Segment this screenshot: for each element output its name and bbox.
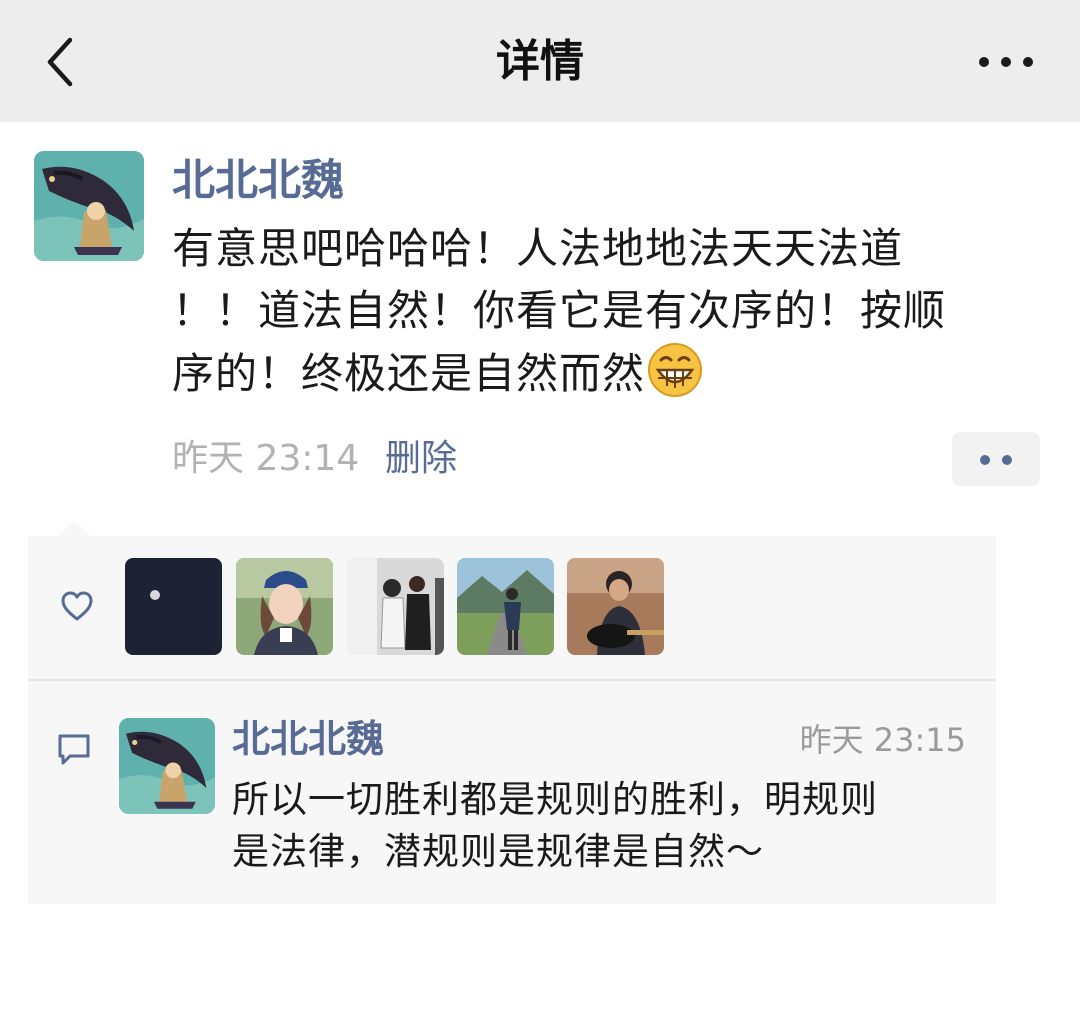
post-content: 有意思吧哈哈哈！人法地地法天天法道 ！！道法自然！你看它是有次序的！按顺 序的！… [172,218,1052,415]
commenter-avatar[interactable] [119,718,215,814]
liker-avatar-3[interactable] [347,558,444,655]
liker-avatar-1[interactable] [125,558,222,655]
divider [28,679,996,681]
comment-line: 所以一切胜利都是规则的胜利，明规则 [232,778,878,821]
post-line-text: 序的！终极还是自然而然 [172,349,646,398]
more-horizontal-icon [979,57,1033,67]
delete-button[interactable]: 删除 [385,432,457,486]
author-avatar[interactable] [34,151,144,261]
heart-icon [60,590,94,622]
more-button[interactable] [976,44,1036,80]
post-actions-button[interactable] [952,432,1040,486]
liker-avatar-2[interactable] [236,558,333,655]
commenter-name[interactable]: 北北北魏 [232,712,384,766]
post-timestamp: 昨天 23:14 [172,438,360,479]
liker-avatar-5[interactable] [567,558,664,655]
comment-icon [56,732,92,766]
comment-line: 是法律，潜规则是规律是自然～ [232,830,764,873]
dot-icon [1002,455,1012,465]
comment-timestamp: 昨天 23:15 [799,721,966,759]
avatar-illustration [34,151,144,261]
post-line: 有意思吧哈哈哈！人法地地法天天法道 [172,224,904,273]
navigation-bar: 详情 [0,0,1080,122]
panel-caret [58,520,90,536]
liker-avatar-4[interactable] [457,558,554,655]
avatar-illustration [119,718,215,814]
grinning-face-emoji [647,342,703,415]
dot-icon [980,455,990,465]
post-author-name[interactable]: 北北北魏 [172,152,344,210]
comment-content[interactable]: 所以一切胜利都是规则的胜利，明规则 是法律，潜规则是规律是自然～ [232,774,972,878]
post-line: 序的！终极还是自然而然 [172,342,1052,415]
page-title: 详情 [496,36,584,87]
post-line: ！！道法自然！你看它是有次序的！按顺 [172,286,947,335]
